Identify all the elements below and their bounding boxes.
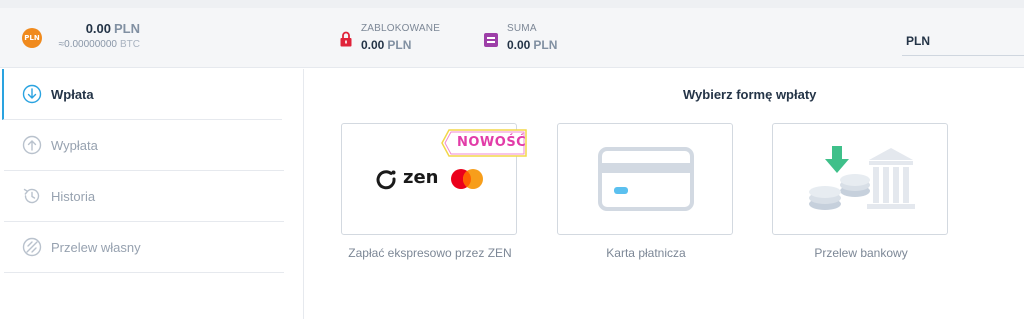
method-caption-zen: Zapłać ekspresowo przez ZEN bbox=[348, 246, 512, 260]
sidebar-item-label: Przelew własny bbox=[51, 239, 141, 255]
sidebar-item-history[interactable]: Historia bbox=[4, 171, 284, 222]
new-badge-label: NOWOŚĆ bbox=[457, 135, 527, 150]
method-caption-card: Karta płatnicza bbox=[606, 246, 686, 260]
history-icon bbox=[23, 188, 40, 204]
sum-currency: PLN bbox=[533, 38, 558, 52]
sidebar-item-label: Wpłata bbox=[51, 86, 94, 102]
sidebar-item-label: Historia bbox=[51, 188, 96, 204]
page-title: Wybierz formę wpłaty bbox=[683, 87, 817, 102]
blocked-currency: PLN bbox=[387, 38, 412, 52]
balance-bar: PLN 0.00 PLN ≈0.00000000 BTC ZABLOKOWANE 0… bbox=[0, 8, 1024, 68]
arrow-up-circle-icon bbox=[22, 135, 42, 155]
arrow-down-circle-icon bbox=[22, 84, 42, 104]
zen-logo-icon bbox=[376, 170, 396, 190]
sidebar-item-own-transfer[interactable]: Przelew własny bbox=[4, 222, 284, 273]
sidebar-item-label: Wypłata bbox=[51, 137, 98, 153]
payment-method-bank[interactable] bbox=[772, 123, 948, 235]
balance-value: 0.00 bbox=[85, 21, 111, 36]
sum-amount: 0.00 PLN bbox=[507, 38, 557, 52]
sidebar: Wpłata Wypłata Historia Przelew własny bbox=[0, 69, 304, 319]
blocked-amount: 0.00 PLN bbox=[361, 38, 411, 52]
sum-label: SUMA bbox=[507, 23, 537, 34]
currency-select[interactable]: PLN bbox=[902, 26, 1024, 56]
btc-value: ≈0.00000000 bbox=[58, 39, 117, 50]
sum-value: 0.00 bbox=[507, 38, 531, 52]
sidebar-item-withdrawal[interactable]: Wypłata bbox=[4, 120, 284, 171]
method-caption-bank: Przelew bankowy bbox=[814, 246, 908, 260]
sidebar-item-deposit[interactable]: Wpłata bbox=[2, 69, 282, 120]
transfer-icon bbox=[22, 237, 42, 257]
top-strip bbox=[0, 0, 1024, 8]
lock-icon bbox=[340, 31, 352, 47]
bank-transfer-icon bbox=[809, 146, 915, 210]
zen-brand-text: zen bbox=[403, 167, 439, 188]
balance-currency: PLN bbox=[114, 21, 140, 36]
card-icon bbox=[598, 147, 694, 211]
pln-coin-icon: PLN bbox=[22, 28, 42, 48]
sum-icon bbox=[484, 33, 498, 47]
balance-amount: 0.00 PLN bbox=[50, 21, 140, 36]
balance-btc: ≈0.00000000 BTC bbox=[40, 39, 140, 50]
payment-method-card[interactable] bbox=[557, 123, 733, 235]
blocked-value: 0.00 bbox=[361, 38, 385, 52]
blocked-label: ZABLOKOWANE bbox=[361, 23, 441, 34]
mastercard-icon bbox=[451, 169, 483, 189]
btc-currency: BTC bbox=[120, 39, 140, 50]
